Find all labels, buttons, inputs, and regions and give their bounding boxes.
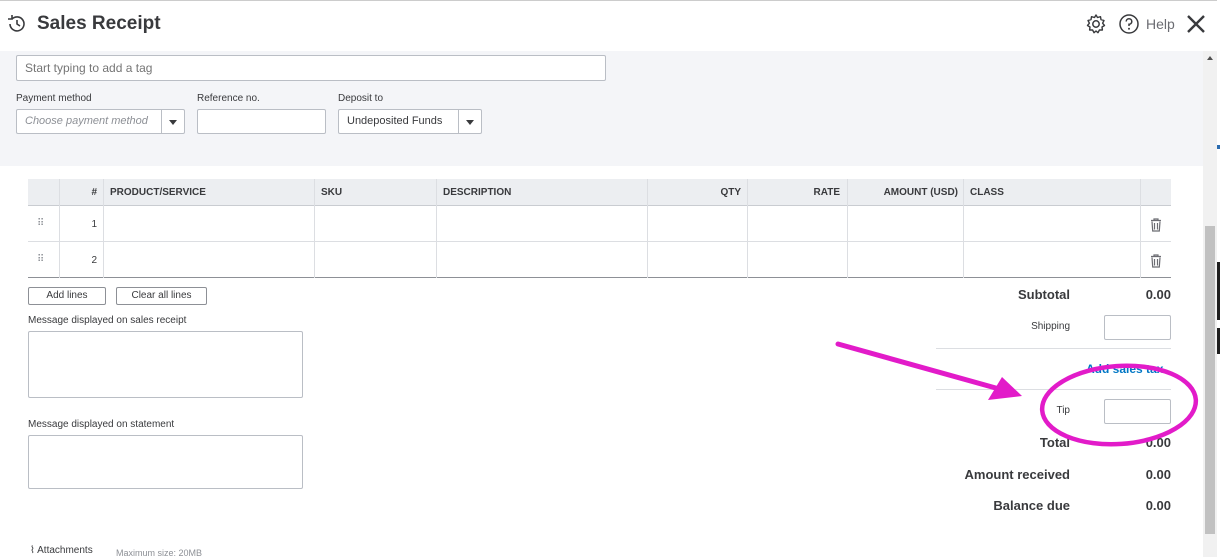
- col-header-rate: RATE: [813, 187, 840, 198]
- statement-message-input[interactable]: [28, 435, 303, 489]
- add-lines-button[interactable]: Add lines: [28, 287, 106, 305]
- payment-method-label: Payment method: [16, 93, 92, 104]
- col-header-number: #: [91, 187, 97, 198]
- gear-icon[interactable]: [1085, 13, 1107, 35]
- statement-message-label: Message displayed on statement: [28, 419, 175, 430]
- col-header-product: PRODUCT/SERVICE: [110, 187, 206, 198]
- totals-divider: [936, 348, 1171, 349]
- total-value: 0.00: [1145, 435, 1171, 450]
- column-divider: [847, 179, 848, 278]
- reference-no-label: Reference no.: [197, 93, 260, 104]
- recent-transactions-icon[interactable]: [6, 13, 28, 35]
- trash-icon[interactable]: [1150, 254, 1162, 268]
- trash-icon[interactable]: [1150, 218, 1162, 232]
- vertical-scrollbar[interactable]: [1203, 51, 1217, 557]
- help-label[interactable]: Help: [1146, 16, 1175, 32]
- col-header-amount: AMOUNT (USD): [883, 187, 958, 198]
- column-divider: [314, 179, 315, 278]
- total-label: Total: [1039, 435, 1070, 450]
- sales-receipt-window: Sales Receipt Help Payment method Choose…: [0, 0, 1220, 558]
- totals-divider: [936, 389, 1171, 390]
- tags-input[interactable]: [16, 55, 606, 81]
- col-header-description: DESCRIPTION: [443, 187, 512, 198]
- header-bar: Sales Receipt Help: [0, 0, 1220, 50]
- subtotal-label: Subtotal: [1018, 287, 1070, 302]
- attachments-label[interactable]: ⌇ Attachments: [30, 545, 93, 556]
- payment-method-select[interactable]: Choose payment method: [16, 109, 185, 134]
- receipt-message-input[interactable]: [28, 331, 303, 398]
- deposit-to-value: Undeposited Funds: [347, 115, 443, 127]
- add-sales-tax-link[interactable]: Add sales tax: [1086, 362, 1163, 376]
- reference-no-input[interactable]: [197, 109, 326, 134]
- clear-all-lines-button[interactable]: Clear all lines: [116, 287, 207, 305]
- amount-received-value: 0.00: [1145, 467, 1171, 482]
- drag-handle-icon[interactable]: ⠿: [37, 254, 44, 265]
- page-title: Sales Receipt: [37, 13, 161, 34]
- row-number: 2: [91, 255, 97, 266]
- balance-due-label: Balance due: [993, 498, 1070, 513]
- annotation-arrow: [835, 341, 1013, 395]
- close-icon[interactable]: [1184, 12, 1208, 36]
- shipping-input[interactable]: [1104, 315, 1171, 340]
- table-row[interactable]: ⠿ 2: [28, 243, 1171, 278]
- balance-due-value: 0.00: [1145, 498, 1171, 513]
- column-divider: [436, 179, 437, 278]
- drag-handle-icon[interactable]: ⠿: [37, 218, 44, 229]
- col-header-qty: QTY: [720, 187, 741, 198]
- payment-method-placeholder: Choose payment method: [25, 115, 148, 127]
- column-divider: [647, 179, 648, 278]
- tip-input[interactable]: [1104, 399, 1171, 424]
- table-header: # PRODUCT/SERVICE SKU DESCRIPTION QTY RA…: [28, 179, 1171, 206]
- shipping-label: Shipping: [1031, 321, 1070, 332]
- deposit-to-select[interactable]: Undeposited Funds: [338, 109, 482, 134]
- chevron-down-icon[interactable]: [458, 110, 481, 133]
- column-divider: [747, 179, 748, 278]
- column-divider: [59, 179, 60, 278]
- attachments-text: Attachments: [37, 545, 93, 556]
- column-divider: [963, 179, 964, 278]
- deposit-to-label: Deposit to: [338, 93, 384, 104]
- scroll-up-arrow-icon[interactable]: [1207, 56, 1213, 60]
- tip-label: Tip: [1056, 405, 1070, 416]
- help-icon[interactable]: [1118, 13, 1140, 35]
- row-number: 1: [91, 219, 97, 230]
- receipt-message-label: Message displayed on sales receipt: [28, 315, 187, 326]
- amount-received-label: Amount received: [964, 467, 1070, 482]
- paperclip-icon: ⌇: [30, 545, 35, 556]
- col-header-class: CLASS: [970, 187, 1004, 198]
- column-divider: [103, 179, 104, 278]
- column-divider: [1140, 179, 1141, 278]
- col-header-sku: SKU: [321, 187, 343, 198]
- subtotal-value: 0.00: [1145, 287, 1171, 302]
- chevron-down-icon[interactable]: [161, 110, 184, 133]
- scrollbar-thumb[interactable]: [1205, 226, 1215, 534]
- table-row[interactable]: ⠿ 1: [28, 207, 1171, 242]
